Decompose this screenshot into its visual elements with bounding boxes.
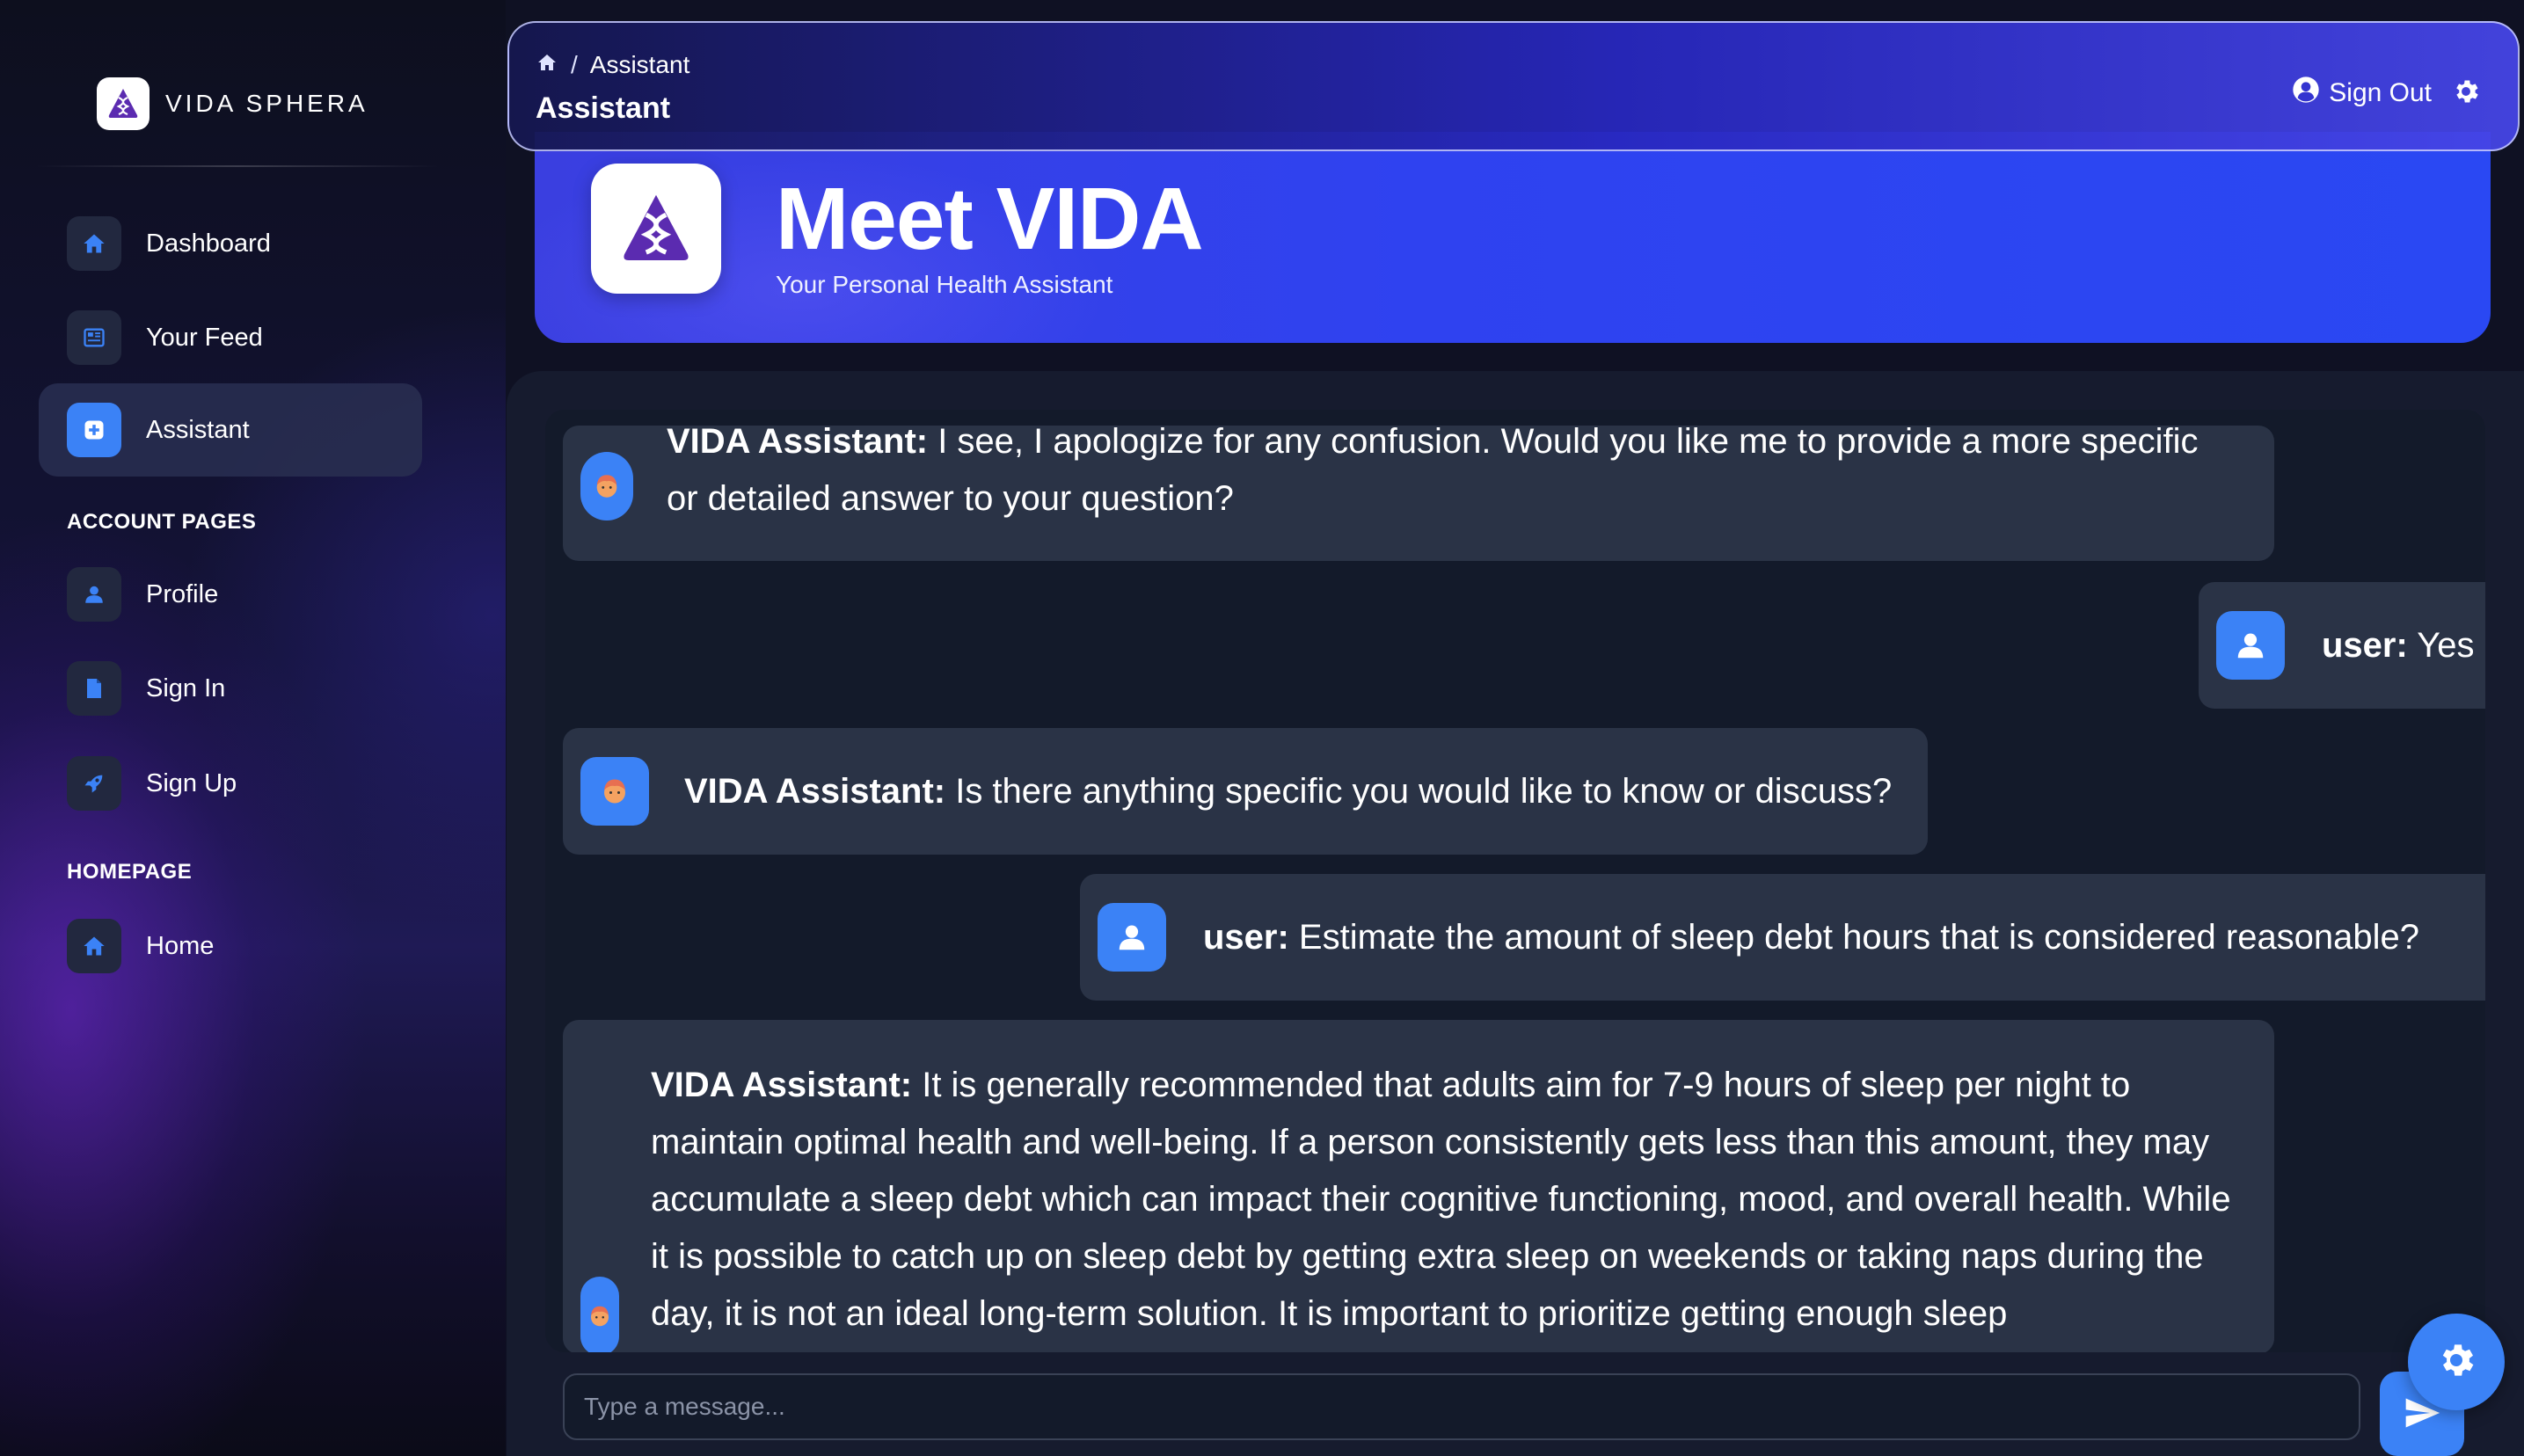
message-body: Estimate the amount of sleep debt hours … [1288, 917, 2420, 957]
top-actions: Sign Out [2292, 76, 2481, 111]
dna-flask-icon [97, 77, 150, 130]
breadcrumb-current: Assistant [589, 51, 690, 78]
chat-message-user: user: Estimate the amount of sleep debt … [1080, 874, 2485, 1001]
sidebar-item-label: Your Feed [146, 323, 263, 352]
sidebar-item-sign-up[interactable]: Sign Up [39, 737, 422, 830]
message-sender: user: [1203, 917, 1289, 957]
dna-flask-icon [591, 164, 721, 294]
top-navbar: / Assistant Assistant Sign Out [507, 21, 2520, 151]
sidebar-item-label: Sign Up [146, 768, 237, 797]
chat-message-text: VIDA Assistant: Is there anything specif… [684, 763, 1892, 820]
chat-panel: VIDA Assistant: I see, I apologize for a… [507, 371, 2524, 1456]
assistant-avatar-icon [580, 757, 649, 826]
sidebar-item-label: Assistant [146, 415, 250, 444]
message-body: Is there anything specific you would lik… [945, 771, 1893, 811]
chat-message-text: user: Yes [2322, 617, 2474, 674]
assistant-avatar-icon [580, 452, 633, 521]
sidebar-item-home[interactable]: Home [39, 899, 422, 993]
user-avatar-icon [2216, 611, 2285, 680]
settings-fab-button[interactable] [2408, 1314, 2505, 1410]
chat-messages[interactable]: VIDA Assistant: I see, I apologize for a… [545, 410, 2485, 1352]
gear-icon [2435, 1339, 2477, 1386]
sidebar-item-assistant[interactable]: Assistant [39, 383, 422, 477]
user-circle-icon [2292, 76, 2320, 111]
sidebar: VIDA SPHERA Dashboard Your Feed Assistan… [0, 0, 506, 1456]
chat-message-assistant: VIDA Assistant: It is generally recommen… [563, 1020, 2274, 1352]
feed-icon [67, 310, 121, 365]
chat-message-assistant: VIDA Assistant: I see, I apologize for a… [563, 422, 2274, 561]
hero-subtitle: Your Personal Health Assistant [776, 271, 1113, 298]
message-sender: VIDA Assistant: [667, 422, 929, 461]
user-avatar-icon [1098, 903, 1166, 972]
chat-message-text: VIDA Assistant: I see, I apologize for a… [667, 413, 2239, 528]
assistant-avatar-icon [580, 1277, 619, 1352]
sidebar-item-your-feed[interactable]: Your Feed [39, 291, 422, 384]
sidebar-item-label: Sign In [146, 673, 226, 703]
message-input[interactable] [563, 1373, 2360, 1440]
divider [35, 165, 440, 167]
section-title-homepage: HOMEPAGE [67, 860, 193, 884]
gear-icon[interactable] [2451, 76, 2481, 111]
sign-out-button[interactable]: Sign Out [2292, 76, 2432, 111]
sidebar-item-label: Home [146, 931, 215, 960]
message-sender: VIDA Assistant: [684, 771, 946, 811]
message-body: It is generally recommended that adults … [651, 1066, 2231, 1333]
user-icon [67, 567, 121, 622]
brand[interactable]: VIDA SPHERA [97, 77, 368, 130]
hero-banner: Meet VIDA Your Personal Health Assistant [535, 132, 2491, 343]
section-title-account-pages: ACCOUNT PAGES [67, 510, 257, 534]
chat-message-text: VIDA Assistant: It is generally recommen… [651, 1057, 2239, 1343]
breadcrumb: / Assistant [536, 51, 689, 79]
sidebar-item-sign-in[interactable]: Sign In [39, 642, 422, 735]
brand-name: VIDA SPHERA [165, 90, 368, 117]
sidebar-item-dashboard[interactable]: Dashboard [39, 197, 422, 290]
home-icon [67, 216, 121, 271]
message-sender: VIDA Assistant: [651, 1066, 913, 1104]
home-icon[interactable] [536, 51, 558, 79]
home-icon [67, 919, 121, 973]
sign-out-label: Sign Out [2329, 78, 2432, 107]
hero-title: Meet VIDA [776, 170, 1204, 268]
assistant-icon [67, 403, 121, 457]
sidebar-item-label: Profile [146, 579, 219, 608]
chat-message-text: user: Estimate the amount of sleep debt … [1203, 909, 2419, 966]
rocket-icon [67, 756, 121, 811]
message-sender: user: [2322, 625, 2408, 665]
page-title: Assistant [536, 91, 671, 125]
sidebar-item-profile[interactable]: Profile [39, 548, 422, 641]
chat-message-assistant: VIDA Assistant: Is there anything specif… [563, 728, 1928, 855]
document-icon [67, 661, 121, 716]
sidebar-item-label: Dashboard [146, 229, 271, 258]
chat-message-user: user: Yes [2199, 582, 2485, 709]
breadcrumb-separator: / [571, 51, 578, 78]
message-body: Yes [2407, 625, 2475, 665]
